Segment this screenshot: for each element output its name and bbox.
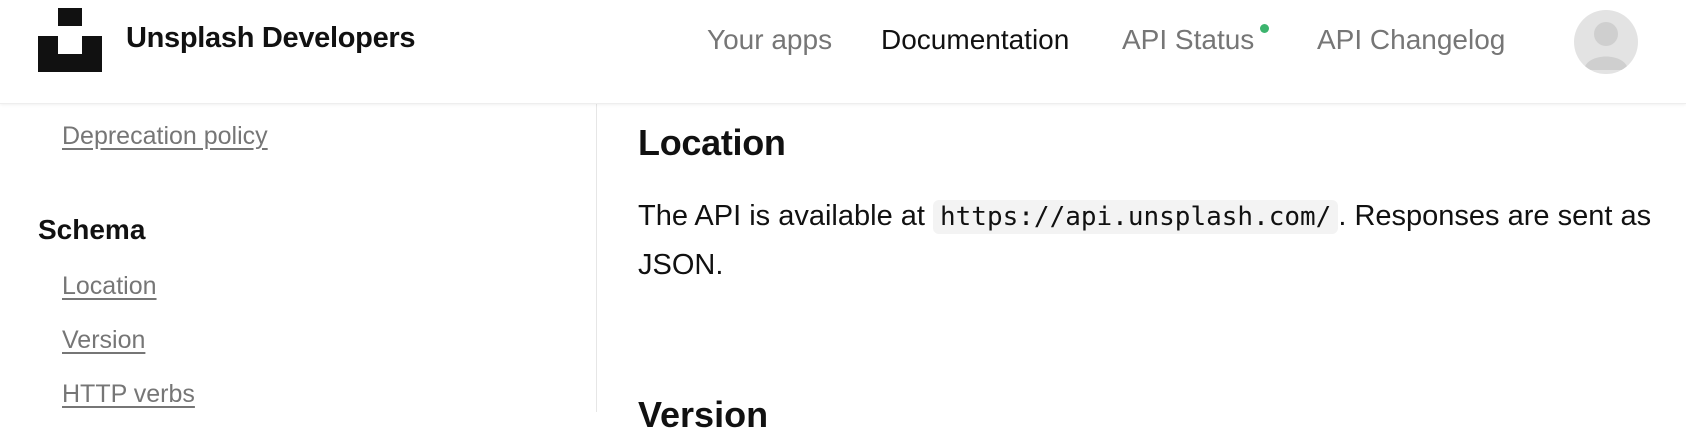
nav-your-apps[interactable]: Your apps	[707, 24, 832, 56]
user-avatar[interactable]	[1574, 10, 1638, 74]
section-heading-location: Location	[638, 122, 786, 163]
paragraph-text: The API is available at	[638, 200, 933, 232]
sidebar-link-location[interactable]: Location	[62, 272, 157, 301]
sidebar-link-deprecation-policy[interactable]: Deprecation policy	[62, 122, 268, 151]
sidebar-link-http-verbs[interactable]: HTTP verbs	[62, 380, 195, 409]
nav-documentation[interactable]: Documentation	[881, 24, 1069, 56]
sidebar-section-schema: Schema	[38, 214, 146, 245]
user-silhouette-icon	[1584, 22, 1628, 70]
nav-api-status[interactable]: API Status	[1122, 24, 1254, 56]
api-url-code: https://api.unsplash.com/	[933, 200, 1339, 234]
unsplash-logo-icon[interactable]	[38, 8, 102, 72]
docs-sidebar: Deprecation policy Schema Location Versi…	[0, 104, 597, 412]
section-heading-version: Version	[638, 394, 769, 435]
api-status-dot-icon	[1260, 24, 1269, 33]
nav-api-changelog[interactable]: API Changelog	[1317, 24, 1505, 56]
docs-content: Location The API is available at https:/…	[638, 104, 1668, 435]
top-navigation-bar: Unsplash Developers Your apps Documentat…	[0, 0, 1686, 104]
location-paragraph: The API is available at https://api.unsp…	[638, 192, 1678, 289]
sidebar-link-version[interactable]: Version	[62, 326, 145, 355]
brand-title[interactable]: Unsplash Developers	[126, 22, 416, 55]
